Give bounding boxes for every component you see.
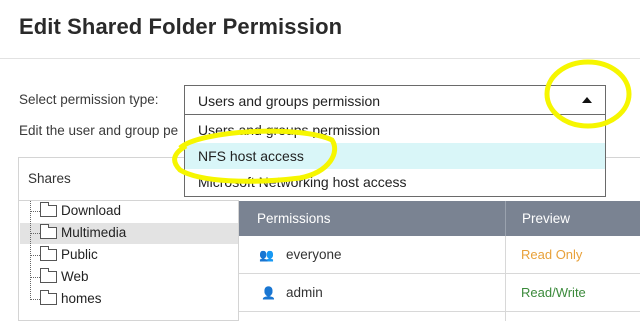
- share-label: Public: [61, 247, 98, 262]
- share-item-public[interactable]: Public: [20, 245, 238, 266]
- share-item-multimedia[interactable]: Multimedia: [20, 223, 238, 244]
- folder-icon: [40, 268, 57, 283]
- permissions-table-header: Permissions Preview: [239, 201, 640, 236]
- share-item-web[interactable]: Web: [20, 267, 238, 288]
- title-divider: [0, 58, 640, 59]
- column-permissions[interactable]: Permissions: [257, 211, 331, 226]
- share-label: Download: [61, 203, 122, 218]
- folder-icon: [40, 290, 57, 305]
- preview-value: Read/Write: [521, 285, 586, 300]
- table-row[interactable]: 👤 admin Read/Write: [239, 274, 640, 312]
- group-icon: 👥: [259, 248, 274, 262]
- principal-name: everyone: [286, 247, 342, 262]
- share-label: Multimedia: [61, 225, 127, 240]
- permission-type-value: Users and groups permission: [198, 93, 381, 109]
- table-row: [239, 312, 640, 321]
- share-label: homes: [61, 291, 102, 306]
- permission-type-label: Select permission type:: [19, 92, 159, 107]
- share-item-download[interactable]: Download: [20, 201, 238, 222]
- option-users-groups[interactable]: Users and groups permission: [185, 117, 605, 143]
- folder-icon: [40, 246, 57, 261]
- caret-up-icon[interactable]: [582, 97, 592, 103]
- folder-icon: [40, 224, 57, 239]
- edit-permission-label: Edit the user and group pe: [19, 123, 179, 138]
- user-icon: 👤: [261, 286, 276, 300]
- principal-name: admin: [286, 285, 323, 300]
- table-row[interactable]: 👥 everyone Read Only: [239, 236, 640, 274]
- option-microsoft-networking[interactable]: Microsoft Networking host access: [185, 169, 605, 195]
- permission-type-select[interactable]: Users and groups permission: [184, 85, 606, 115]
- permission-type-dropdown: Users and groups permission NFS host acc…: [184, 115, 606, 197]
- shares-header: Shares: [28, 171, 71, 186]
- folder-icon: [40, 202, 57, 217]
- option-nfs-host-access[interactable]: NFS host access: [185, 143, 605, 169]
- column-preview[interactable]: Preview: [522, 211, 570, 226]
- share-item-homes[interactable]: homes: [20, 289, 238, 310]
- preview-value: Read Only: [521, 247, 583, 262]
- dialog-title: Edit Shared Folder Permission: [19, 14, 343, 39]
- share-label: Web: [61, 269, 89, 284]
